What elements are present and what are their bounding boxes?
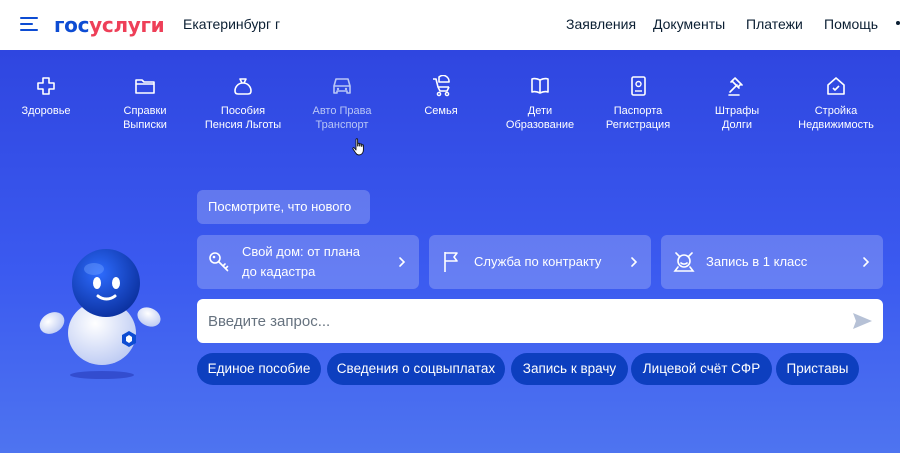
search-bar (197, 299, 883, 343)
whats-new-button[interactable]: Посмотрите, что нового (197, 190, 370, 224)
category-sublabel: Недвижимость (798, 119, 874, 131)
category-fines[interactable]: Штрафы Долги (687, 75, 787, 132)
top-header: госуслуги Екатеринбург г Заявления Докум… (0, 0, 900, 50)
category-education[interactable]: Дети Образование (490, 75, 590, 132)
robot-mascot-icon (39, 249, 161, 379)
nav-applications[interactable]: Заявления (566, 16, 636, 32)
quick-link-doctor-appointment[interactable]: Запись к врачу (511, 353, 628, 385)
category-label: Здоровье (21, 105, 71, 117)
passport-icon (631, 76, 646, 96)
card-title: Служба по контракту (474, 254, 602, 269)
cut-off-icon (896, 21, 900, 25)
category-label: Штрафы (714, 105, 760, 117)
category-certificates[interactable]: Справки Выписки (95, 75, 195, 132)
category-sublabel: Образование (505, 119, 575, 131)
gosuslugi-logo[interactable]: госуслуги (54, 13, 165, 37)
category-sublabel: Транспорт (315, 119, 369, 131)
quick-link-social-payments[interactable]: Сведения о соцвыплатах (327, 353, 505, 385)
category-sublabel: Регистрация (605, 119, 671, 131)
school-child-icon (673, 252, 695, 272)
category-benefits[interactable]: Пособия Пенсия Льготы (193, 75, 293, 132)
category-label: Стройка (814, 105, 858, 117)
category-auto[interactable]: Авто Права Транспорт (292, 75, 392, 132)
car-icon (333, 78, 351, 94)
money-bag-icon (234, 78, 252, 95)
category-label: Пособия (220, 105, 266, 117)
gavel-icon (728, 77, 743, 96)
card-subtitle: до кадастра (242, 264, 316, 279)
category-sublabel: Долги (721, 119, 753, 131)
search-input[interactable] (208, 299, 828, 343)
book-icon (531, 77, 549, 94)
card-own-house[interactable]: Свой дом: от плана до кадастра (197, 235, 419, 289)
category-label: Справки (123, 105, 167, 117)
logo-part-gos: гос (54, 13, 90, 37)
category-passports[interactable]: Паспорта Регистрация (588, 75, 688, 132)
house-icon (827, 77, 845, 95)
flag-icon (444, 252, 458, 272)
quick-link-bailiffs[interactable]: Приставы (776, 353, 859, 385)
key-icon (209, 252, 229, 272)
chevron-right-icon (399, 257, 406, 267)
logo-part-uslugi: услуги (89, 13, 165, 37)
chevron-right-icon (631, 257, 638, 267)
send-icon[interactable] (851, 310, 873, 332)
category-sublabel: Пенсия Льготы (204, 119, 282, 131)
category-health[interactable]: Здоровье (0, 75, 96, 118)
nav-payments[interactable]: Платежи (746, 16, 803, 32)
category-label: Авто Права (312, 105, 372, 117)
chevron-right-icon (863, 257, 870, 267)
category-label: Паспорта (613, 105, 663, 117)
cross-icon (37, 77, 55, 95)
category-sublabel: Выписки (123, 119, 167, 131)
city-selector[interactable]: Екатеринбург г (183, 16, 280, 32)
hand-cursor-icon (352, 138, 364, 156)
card-title: Свой дом: от плана (242, 244, 361, 259)
nav-help[interactable]: Помощь (824, 16, 878, 32)
folder-icon (135, 79, 155, 94)
card-first-grade[interactable]: Запись в 1 класс (661, 235, 883, 289)
quick-link-sfr-account[interactable]: Лицевой счёт СФР (631, 353, 772, 385)
nav-documents[interactable]: Документы (653, 16, 725, 32)
category-family[interactable]: Семья (391, 75, 491, 118)
card-contract-service[interactable]: Служба по контракту (429, 235, 651, 289)
category-label: Семья (424, 105, 458, 117)
card-title: Запись в 1 класс (706, 254, 808, 269)
category-label: Дети (527, 105, 553, 117)
category-construction[interactable]: Стройка Недвижимость (786, 75, 886, 132)
hero-section: Здоровье Справки Выписки Пособия Пенсия Ль… (0, 50, 900, 453)
stroller-icon (433, 75, 450, 97)
quick-link-unified-allowance[interactable]: Единое пособие (197, 353, 321, 385)
menu-icon[interactable] (20, 17, 38, 31)
